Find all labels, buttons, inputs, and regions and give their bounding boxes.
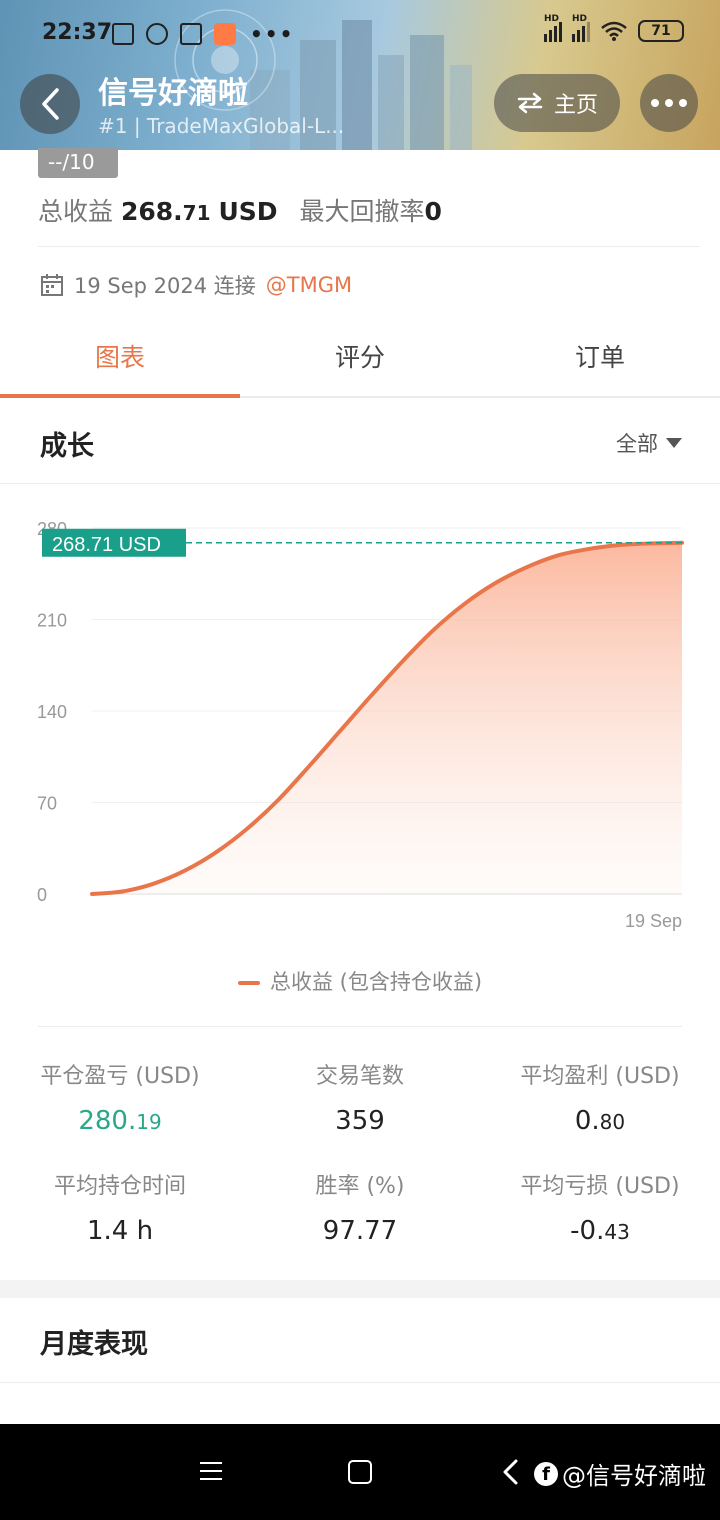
stat-value: 0.80 [480, 1106, 720, 1136]
caret-down-icon [666, 438, 682, 448]
max-drawdown-value: 0 [424, 197, 442, 226]
wifi-icon [601, 21, 627, 41]
x-axis-label-end: 19 Sep [625, 911, 682, 931]
legend-label: 总收益 (包含持仓收益) [269, 970, 483, 994]
facebook-logo-icon: f [534, 1461, 558, 1486]
signal-icon-2: HD [572, 14, 590, 42]
more-notifications-icon: ••• [250, 22, 295, 46]
page-title: 信号好滴啦 [98, 76, 248, 111]
swap-icon [517, 92, 543, 114]
home-nav-button[interactable] [348, 1460, 372, 1484]
growth-section-header: 成长 全部 [0, 400, 720, 484]
notification-icons: ••• [112, 22, 294, 46]
account-subtitle: #1 | TradeMaxGlobal-L... [98, 114, 345, 138]
connected-date: 19 Sep 2024 连接 [74, 274, 256, 298]
back-nav-button[interactable] [500, 1458, 520, 1486]
total-profit-unit: USD [218, 197, 278, 226]
total-profit-label: 总收益 [38, 197, 114, 226]
stat-label: 平均亏损 (USD) [520, 1174, 680, 1199]
dot-icon [665, 99, 673, 107]
score-badge: --/10 [38, 148, 118, 178]
divider [38, 1026, 682, 1027]
stat-label: 胜率 (%) [315, 1174, 405, 1199]
more-options-button[interactable] [640, 74, 698, 132]
stat-value-int: 280. [78, 1106, 137, 1136]
y-tick-label: 140 [37, 702, 67, 722]
signal-icon: HD [544, 14, 562, 42]
stat-value-frac: 19 [136, 1110, 162, 1134]
stat-avg-loss: 平均亏损 (USD) -0.43 [480, 1168, 720, 1246]
status-bar: 22:37 ••• HD HD 71 [0, 14, 720, 54]
stat-value: -0.43 [480, 1216, 720, 1246]
home-button-label: 主页 [553, 93, 598, 118]
calendar-icon [41, 274, 63, 296]
stat-avg-profit: 平均盈利 (USD) 0.80 [480, 1058, 720, 1136]
tab-orders[interactable]: 订单 [480, 322, 720, 396]
hd-label: HD [544, 14, 560, 24]
battery-icon: 71 [638, 20, 684, 42]
stat-label: 平仓盈亏 (USD) [40, 1064, 200, 1089]
divider [0, 1382, 720, 1383]
stat-label: 交易笔数 [315, 1064, 404, 1089]
message-icon [112, 23, 134, 45]
app-notification-icon [214, 23, 236, 45]
calendar-icon [180, 23, 202, 45]
y-tick-label: 0 [37, 885, 47, 905]
watermark-text: @信号好滴啦 [562, 1462, 706, 1490]
user-icon [146, 23, 168, 45]
stat-label: 平均盈利 (USD) [520, 1064, 680, 1089]
stat-value: 1.4 h [0, 1216, 240, 1246]
stat-value-frac: 80 [599, 1110, 626, 1134]
profile-header-banner: 22:37 ••• HD HD 71 信号好滴啦 #1 | TradeMaxGl… [0, 0, 720, 150]
period-filter-label: 全部 [616, 432, 658, 456]
hd-label-2: HD [572, 14, 588, 24]
system-navigation-bar: f @信号好滴啦 [0, 1424, 720, 1520]
stat-value: 97.77 [240, 1216, 480, 1246]
stat-value-int: 97.77 [322, 1216, 398, 1246]
stat-value: 280.19 [0, 1106, 240, 1136]
growth-chart: 070140210280 268.71 USD 19 Sep [37, 519, 684, 931]
stat-value-int: 359 [335, 1106, 385, 1136]
chart-legend: 总收益 (包含持仓收益) [0, 966, 720, 996]
legend-swatch [237, 981, 260, 985]
series-area [92, 542, 682, 894]
stat-value-frac: 43 [604, 1220, 630, 1244]
dot-icon [679, 99, 687, 107]
stat-closed-pnl: 平仓盈亏 (USD) 280.19 [0, 1058, 240, 1136]
tab-rating[interactable]: 评分 [240, 322, 480, 396]
growth-title: 成长 [40, 431, 94, 462]
watermark: f @信号好滴啦 [534, 1456, 706, 1491]
stat-value-int: 0. [574, 1106, 600, 1136]
period-filter-dropdown[interactable]: 全部 [616, 428, 682, 458]
stat-trade-count: 交易笔数 359 [240, 1058, 480, 1136]
chevron-left-icon [42, 88, 59, 120]
section-separator [0, 1280, 720, 1298]
back-button[interactable] [20, 74, 80, 134]
total-profit-int: 268. [120, 197, 183, 226]
stat-avg-hold-time: 平均持仓时间 1.4 h [0, 1168, 240, 1246]
connection-info: 19 Sep 2024 连接 @TMGM [40, 270, 352, 300]
y-tick-label: 210 [37, 611, 67, 631]
max-drawdown-label: 最大回撤率 [299, 197, 425, 226]
stat-value-int: 1.4 h [86, 1216, 154, 1246]
divider [38, 246, 700, 247]
broker-link[interactable]: @TMGM [266, 273, 352, 297]
current-value-label: 268.71 USD [52, 534, 161, 556]
stat-value: 359 [240, 1106, 480, 1136]
stat-win-rate: 胜率 (%) 97.77 [240, 1168, 480, 1246]
monthly-performance-title: 月度表现 [40, 1329, 148, 1360]
home-button[interactable]: 主页 [494, 74, 620, 132]
stat-value-int: -0. [570, 1216, 605, 1246]
total-profit-frac: 71 [182, 201, 211, 225]
tab-bar: 图表 评分 订单 [0, 322, 720, 398]
stat-label: 平均持仓时间 [53, 1174, 186, 1199]
recent-apps-button[interactable] [200, 1462, 222, 1486]
dot-icon [651, 99, 659, 107]
status-time: 22:37 [42, 20, 113, 45]
y-tick-label: 70 [37, 794, 57, 814]
tab-chart[interactable]: 图表 [0, 322, 240, 398]
system-status-icons: HD HD 71 [544, 14, 684, 42]
profit-summary: 总收益 268.71 USD 最大回撤率0 [38, 192, 442, 228]
